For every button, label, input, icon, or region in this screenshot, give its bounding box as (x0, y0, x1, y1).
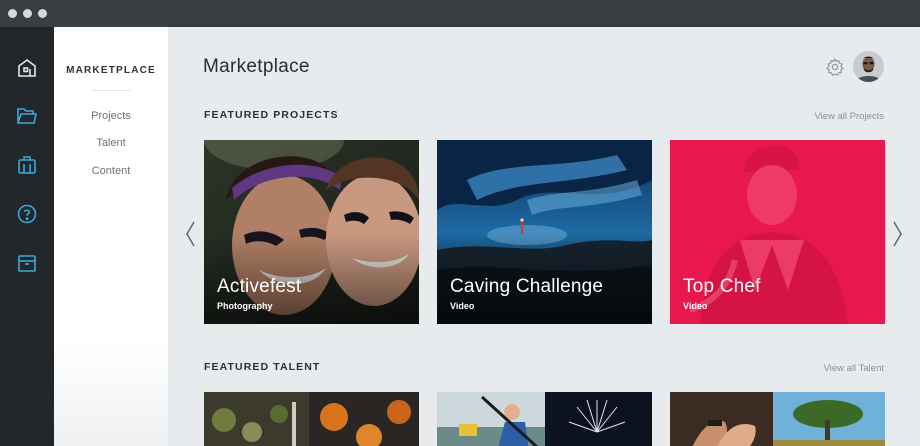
project-card-activefest[interactable]: Activefest Photography (204, 140, 419, 324)
window-close-dot[interactable] (8, 9, 17, 18)
project-card-top-chef[interactable]: Top Chef Video (670, 140, 885, 324)
talent-thumb-food[interactable] (204, 392, 419, 446)
main-content: Marketplace FEATURED PROJECTS View all P… (168, 27, 920, 446)
talent-thumb-kayak[interactable] (437, 392, 652, 446)
subnav-divider (91, 90, 131, 91)
page-title: Marketplace (203, 56, 310, 77)
window-maximize-dot[interactable] (38, 9, 47, 18)
subnav-title: MARKETPLACE (66, 65, 156, 76)
subnav-item-talent[interactable]: Talent (54, 137, 168, 149)
subnav-item-projects[interactable]: Projects (54, 110, 168, 122)
talent-thumb-hands-tree[interactable] (670, 392, 885, 446)
featured-talent-heading: FEATURED TALENT (204, 361, 321, 373)
secondary-nav: MARKETPLACE Projects Talent Content (54, 27, 168, 446)
store-icon[interactable] (15, 251, 39, 275)
gear-icon[interactable] (825, 57, 845, 77)
project-card-caving-challenge[interactable]: Caving Challenge Video (437, 140, 652, 324)
card-category: Video (683, 301, 708, 311)
avatar[interactable] (853, 51, 884, 82)
featured-projects-heading: FEATURED PROJECTS (204, 109, 339, 121)
icon-rail (0, 27, 54, 446)
card-title: Caving Challenge (450, 276, 604, 297)
help-icon[interactable] (15, 202, 39, 226)
window-titlebar (0, 0, 920, 27)
home-icon[interactable] (15, 56, 39, 80)
subnav-item-content[interactable]: Content (54, 165, 168, 177)
card-title: Activefest (217, 276, 302, 297)
window-minimize-dot[interactable] (23, 9, 32, 18)
carousel-next-icon[interactable] (890, 220, 904, 248)
carousel-prev-icon[interactable] (184, 220, 198, 248)
card-category: Photography (217, 301, 273, 311)
folder-icon[interactable] (15, 104, 39, 128)
view-all-projects-link[interactable]: View all Projects (814, 111, 884, 122)
view-all-talent-link[interactable]: View all Talent (824, 363, 884, 374)
card-category: Video (450, 301, 475, 311)
briefcase-icon[interactable] (15, 153, 39, 177)
card-title: Top Chef (683, 276, 761, 297)
